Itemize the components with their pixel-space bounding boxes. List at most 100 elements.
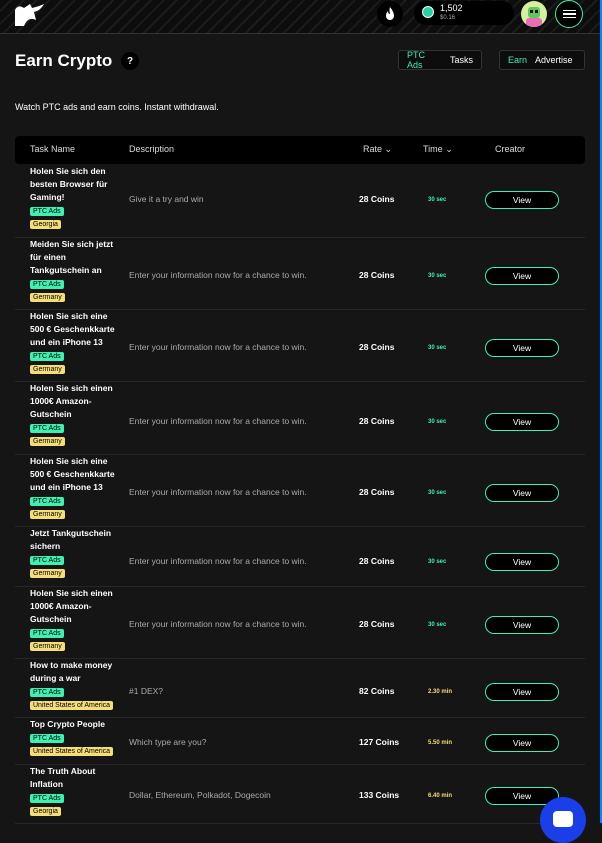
- task-description: Enter your information now for a chance …: [129, 270, 307, 280]
- task-rate: 28 Coins: [359, 619, 395, 629]
- page-subtitle: Watch PTC ads and earn coins. Instant wi…: [15, 102, 219, 112]
- country-badge: Georgia: [30, 220, 61, 229]
- task-rate: 28 Coins: [359, 194, 395, 204]
- task-description: Enter your information now for a chance …: [129, 342, 307, 352]
- task-name-cell: Holen Sie sich einen 1000€ Amazon-Gutsch…: [30, 382, 122, 447]
- chat-icon: [553, 811, 573, 827]
- task-rate: 133 Coins: [359, 790, 400, 800]
- ptc-badge: PTC Ads: [30, 629, 64, 638]
- view-button[interactable]: View: [485, 339, 559, 357]
- hamburger-icon: [562, 8, 576, 21]
- task-name-cell: Holen Sie sich den besten Browser für Ga…: [30, 165, 122, 230]
- table-row: How to make money during a war PTC Ads Uni…: [15, 658, 585, 718]
- ptc-badge: PTC Ads: [30, 280, 64, 289]
- top-bar: 1,502 $0.16: [0, 0, 602, 34]
- view-button[interactable]: View: [485, 616, 559, 634]
- task-rate: 28 Coins: [359, 487, 395, 497]
- view-button[interactable]: View: [485, 191, 559, 209]
- task-time: 30 sec: [428, 419, 447, 425]
- ptc-badge: PTC Ads: [30, 734, 64, 743]
- task-name-cell: Holen Sie sich eine 500 € Geschenkkarte …: [30, 310, 122, 375]
- view-button[interactable]: View: [485, 484, 559, 502]
- task-name-cell: Top Crypto People PTC Ads United States of…: [30, 718, 122, 757]
- help-button[interactable]: ?: [121, 52, 139, 70]
- task-name: Top Crypto People: [30, 719, 105, 729]
- task-rate: 82 Coins: [359, 686, 395, 696]
- task-description: Enter your information now for a chance …: [129, 487, 307, 497]
- country-badge: Germany: [30, 437, 65, 446]
- task-name: Holen Sie sich einen 1000€ Amazon-Gutsch…: [30, 383, 113, 419]
- balance-coins: 1,502: [440, 3, 463, 13]
- country-badge: Germany: [30, 365, 65, 374]
- menu-button[interactable]: [555, 0, 583, 28]
- task-time: 30 sec: [428, 273, 447, 279]
- task-name-cell: Jetzt Tankgutschein sichern PTC Ads German…: [30, 527, 122, 579]
- task-name: Holen Sie sich eine 500 € Geschenkkarte …: [30, 456, 115, 492]
- ptc-badge: PTC Ads: [30, 352, 64, 361]
- col-rate-label: Rate: [363, 144, 383, 154]
- table-row: Holen Sie sich einen 1000€ Amazon-Gutsch…: [15, 381, 585, 455]
- tab-ptc-ads[interactable]: PTC Ads: [403, 50, 446, 70]
- task-name-cell: Holen Sie sich einen 1000€ Amazon-Gutsch…: [30, 587, 122, 652]
- task-time: 30 sec: [428, 197, 447, 203]
- task-description: Enter your information now for a chance …: [129, 556, 307, 566]
- task-description: #1 DEX?: [129, 686, 164, 696]
- task-description: Enter your information now for a chance …: [129, 416, 307, 426]
- view-button[interactable]: View: [485, 267, 559, 285]
- col-rate[interactable]: Rate ⌄: [363, 144, 392, 155]
- task-time: 30 sec: [428, 345, 447, 351]
- col-task-name: Task Name: [30, 144, 76, 154]
- chat-button[interactable]: [540, 797, 586, 843]
- task-name: The Truth About Inflation: [30, 766, 96, 789]
- ptc-badge: PTC Ads: [30, 688, 64, 697]
- task-name: Holen Sie sich den besten Browser für Ga…: [30, 166, 108, 202]
- tab-tasks[interactable]: Tasks: [446, 55, 477, 65]
- col-time[interactable]: Time ⌄: [423, 144, 453, 155]
- chevron-down-icon: ⌄: [384, 144, 393, 154]
- col-time-label: Time: [423, 144, 443, 154]
- view-button[interactable]: View: [485, 734, 559, 752]
- avatar-icon: [526, 7, 542, 27]
- task-rate: 28 Coins: [359, 270, 395, 280]
- task-description: Enter your information now for a chance …: [129, 619, 307, 629]
- logo-icon[interactable]: [12, 2, 46, 28]
- tab-advertise[interactable]: Advertise: [531, 55, 577, 65]
- table-row: Top Crypto People PTC Ads United States of…: [15, 717, 585, 765]
- balance-usd: $0.16: [440, 15, 456, 21]
- task-name: Meiden Sie sich jetzt für einen Tankguts…: [30, 239, 114, 275]
- task-description: Dollar, Ethereum, Polkadot, Dogecoin: [129, 790, 271, 800]
- task-rate: 28 Coins: [359, 416, 395, 426]
- wallet-balance[interactable]: 1,502 $0.16: [414, 1, 514, 25]
- task-time: 2.30 min: [428, 689, 453, 695]
- task-name: Jetzt Tankgutschein sichern: [30, 528, 112, 551]
- country-badge: Germany: [30, 293, 65, 302]
- task-time: 30 sec: [428, 490, 447, 496]
- task-name: How to make money during a war: [30, 660, 113, 683]
- country-badge: United States of America: [30, 701, 114, 710]
- task-rate: 28 Coins: [359, 556, 395, 566]
- task-name: Holen Sie sich einen 1000€ Amazon-Gutsch…: [30, 588, 113, 624]
- task-time: 5.50 min: [428, 740, 453, 746]
- page-title: Earn Crypto: [15, 51, 113, 70]
- view-button[interactable]: View: [485, 413, 559, 431]
- tab-earn[interactable]: Earn: [504, 55, 531, 65]
- table-header: Task Name Description Rate ⌄ Time ⌄ Crea…: [15, 136, 585, 164]
- task-time: 30 sec: [428, 622, 447, 628]
- table-row: Holen Sie sich eine 500 € Geschenkkarte …: [15, 309, 585, 382]
- task-description: Which type are you?: [129, 737, 207, 747]
- chevron-down-icon: ⌄: [445, 144, 453, 154]
- task-name-cell: Holen Sie sich eine 500 € Geschenkkarte …: [30, 455, 122, 520]
- table-row: Holen Sie sich eine 500 € Geschenkkarte …: [15, 454, 585, 527]
- view-button[interactable]: View: [485, 683, 559, 701]
- task-time: 30 sec: [428, 559, 447, 565]
- country-badge: Germany: [30, 569, 65, 578]
- ptc-badge: PTC Ads: [30, 794, 64, 803]
- ptc-badge: PTC Ads: [30, 207, 64, 216]
- col-description: Description: [129, 144, 175, 154]
- coin-icon: [422, 6, 434, 18]
- view-button[interactable]: View: [485, 553, 559, 571]
- avatar[interactable]: [521, 1, 547, 27]
- streak-button[interactable]: [377, 1, 403, 27]
- ptc-badge: PTC Ads: [30, 556, 64, 565]
- earn-advertise-toggle: Earn Advertise: [499, 50, 585, 70]
